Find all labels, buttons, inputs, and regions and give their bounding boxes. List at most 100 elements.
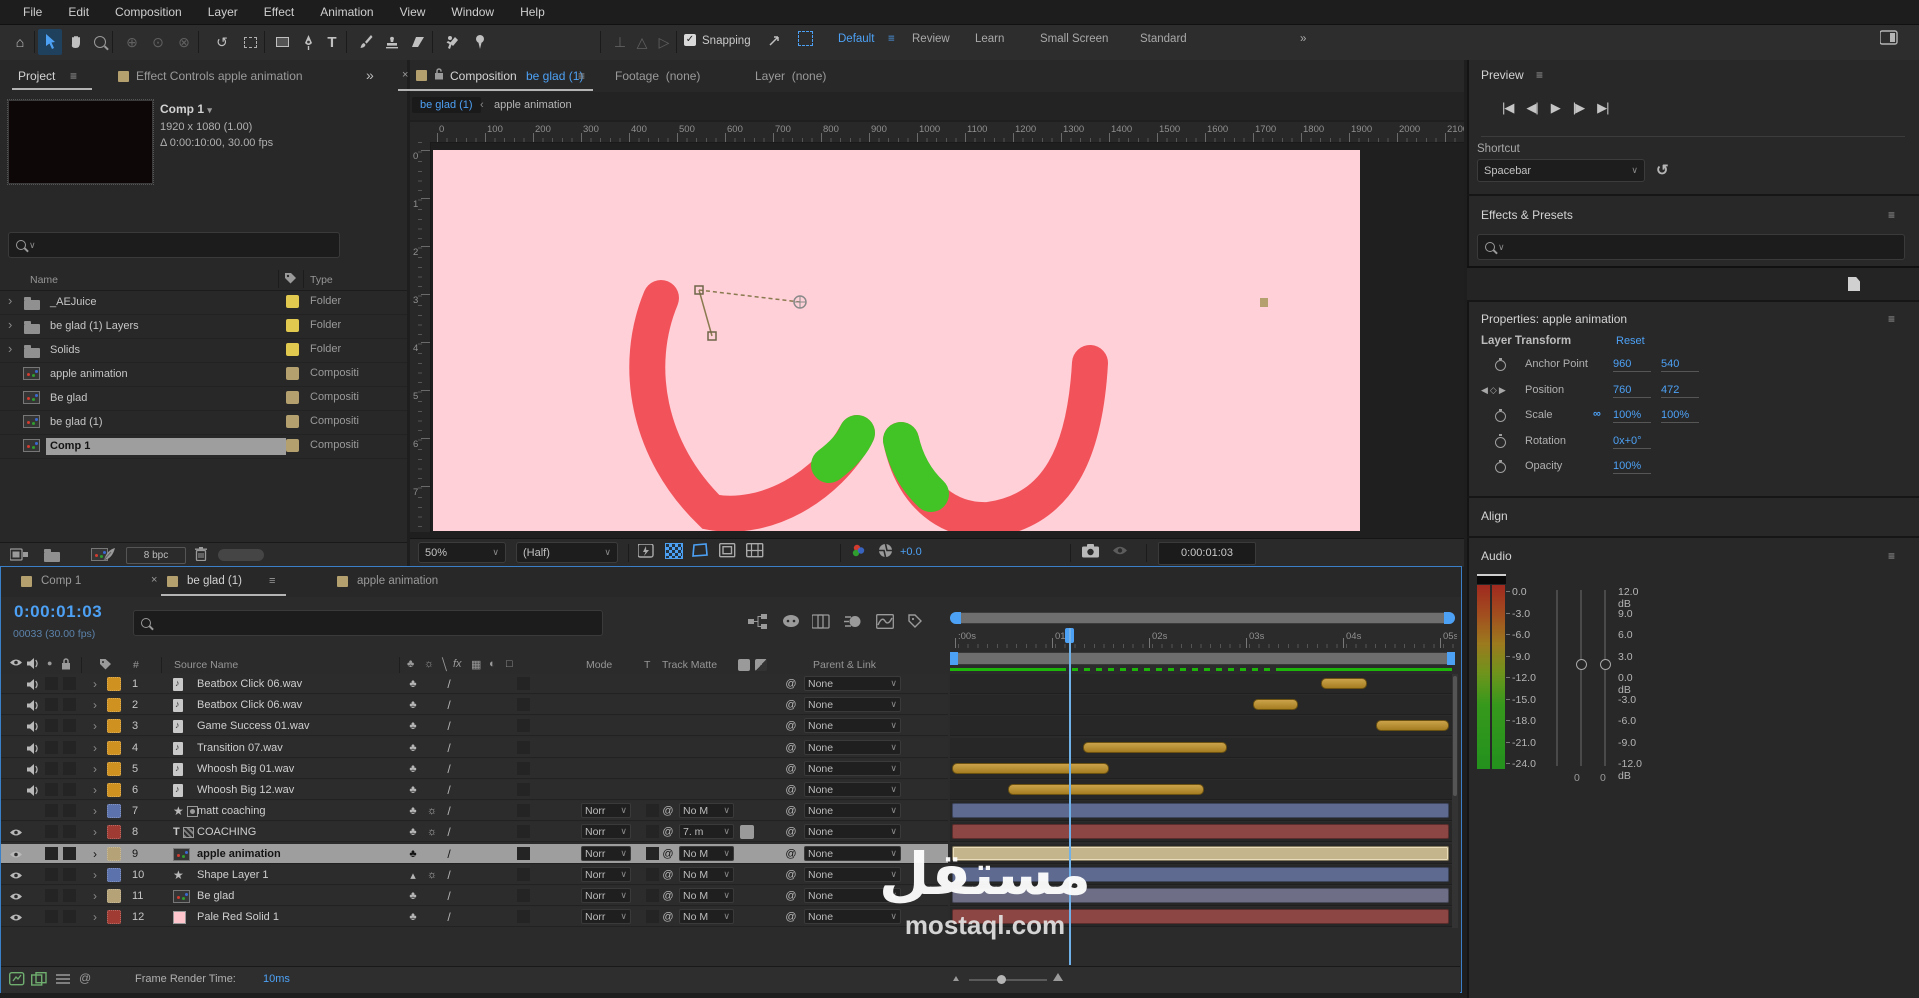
audio-fader-knob-left[interactable] [1576,659,1587,670]
snapping-checkbox[interactable]: ✓ [684,33,696,46]
tab-effect-controls[interactable]: Effect Controls apple animation [136,69,303,83]
layer-row[interactable]: › 10 ★ Shape Layer 1 ▴ ☼ / Norr ∨ @ No M ∨ @ None ∨ [1,865,948,885]
solo-cell[interactable] [45,698,58,711]
collapse-switch[interactable]: ♣ [405,801,421,821]
preserve-transparency-cell[interactable] [646,825,659,838]
expand-icon[interactable]: › [93,716,97,736]
project-row[interactable]: › _AEJuice Folder [0,290,407,315]
mini-flowchart-icon[interactable] [748,614,768,633]
layer-duration-bar[interactable] [952,803,1449,818]
expand-icon[interactable]: › [93,695,97,715]
tab-properties[interactable]: Properties: apple animation [1481,312,1627,326]
layer-track[interactable] [950,844,1457,864]
frameblend-cell[interactable] [517,783,530,796]
magnification-select[interactable]: 50% ∨ [418,542,506,563]
column-mode[interactable]: Mode [586,659,612,671]
layer-row[interactable]: › 9 apple animation ♣ / Norr ∨ @ No M ∨ @ None ∨ [1,844,948,864]
layer-name[interactable]: Beatbox Click 06.wav [197,674,302,694]
parent-pickwhip-icon[interactable]: @ [784,695,798,715]
new-preset-icon[interactable] [1848,277,1860,291]
label-color-box[interactable] [286,319,299,332]
workspace-menu-icon[interactable]: ≡ [888,33,895,45]
expand-icon[interactable]: › [93,886,97,906]
audio-column-icon[interactable] [27,658,39,672]
new-folder-icon[interactable] [44,549,60,562]
brush-tool-icon[interactable] [354,29,378,55]
parent-select[interactable]: None ∨ [804,846,901,861]
feather-icon[interactable] [102,547,116,565]
audio-fader-track-right[interactable] [1604,590,1606,766]
lock-cell[interactable] [63,677,76,690]
frameblend-cell[interactable] [517,762,530,775]
layer-label-color[interactable] [107,868,121,882]
more-workspaces-icon[interactable]: » [1300,33,1306,45]
project-comp-name[interactable]: Comp 1 ▾ [160,102,212,116]
parent-select[interactable]: None ∨ [804,740,901,755]
properties-panel-menu-icon[interactable]: ≡ [1888,312,1895,326]
transparency-grid-icon[interactable] [665,543,683,559]
reset-transform-button[interactable]: Reset [1616,335,1645,347]
frameblend-cell[interactable] [517,847,530,860]
video-column-icon[interactable] [9,658,23,670]
layer-label-color[interactable] [107,910,121,924]
column-track-matte[interactable]: Track Matte [662,659,717,671]
layer-row[interactable]: › 4 Transition 07.wav ♣ / @ None∨ [1,738,948,758]
solo-cell[interactable] [45,910,58,923]
stopwatch-icon[interactable] [1495,459,1506,473]
menu-view[interactable]: View [387,5,439,19]
fx-column-icon[interactable]: fx [453,658,462,670]
mode-select[interactable]: Norr ∨ [581,824,631,839]
timeline-search[interactable] [133,610,603,636]
expand-icon[interactable]: › [93,759,97,779]
layer-track[interactable] [950,886,1457,906]
parent-pickwhip-icon[interactable]: @ [784,674,798,694]
label-color-box[interactable] [286,343,299,356]
solo-cell[interactable] [45,719,58,732]
menu-window[interactable]: Window [438,5,507,19]
frameblend-cell[interactable] [517,719,530,732]
exposure-value[interactable]: +0.0 [900,546,922,558]
menu-help[interactable]: Help [507,5,558,19]
solo-cell[interactable] [45,741,58,754]
property-value-x[interactable]: 0x+0° [1613,435,1651,449]
layer-duration-bar[interactable] [952,867,1449,882]
adjustment-column-icon[interactable]: ◐ [489,658,496,670]
lock-cell[interactable] [63,868,76,881]
layer-label-color[interactable] [107,889,121,903]
layer-duration-bar[interactable] [1320,678,1368,689]
grid-guides-icon[interactable] [745,542,765,561]
menu-edit[interactable]: Edit [55,5,102,19]
trash-icon[interactable] [195,547,207,564]
layer-row[interactable]: › 11 Be glad ♣ / Norr ∨ @ No M ∨ @ None ∨ [1,886,948,906]
breadcrumb-parent[interactable]: apple animation [494,99,572,111]
effects-search-input[interactable] [1504,240,1880,254]
lock-cell[interactable] [63,825,76,838]
layer-label-color[interactable] [107,698,121,712]
tab-audio[interactable]: Audio [1481,549,1512,563]
property-value-x[interactable]: 960 [1613,358,1651,372]
quality-switch[interactable]: / [442,844,456,864]
selection-tool-icon[interactable] [38,29,62,55]
vertical-ruler[interactable]: 0 1 2 3 4 5 6 7 [410,142,431,532]
motionblur-switch[interactable]: ☼ [424,822,440,842]
work-area-bar[interactable] [952,653,1453,664]
search-workspace-icon[interactable] [1879,30,1898,49]
parent-select[interactable]: None ∨ [804,782,901,797]
solo-cell[interactable] [45,677,58,690]
expand-icon[interactable]: › [8,317,12,332]
layer-track[interactable] [950,738,1457,758]
shy-layers-icon[interactable] [782,614,800,632]
axis-world-icon[interactable]: △ [630,29,654,55]
lock-cell[interactable] [63,804,76,817]
frameblend-cell[interactable] [517,804,530,817]
label-color-box[interactable] [286,367,299,380]
menu-file[interactable]: File [10,5,55,19]
play-button[interactable]: ▶ [1551,100,1561,116]
eye-icon[interactable] [9,865,23,885]
label-column-icon[interactable] [99,658,112,673]
dolly-camera-icon[interactable]: ⊗ [172,29,196,55]
layer-duration-bar[interactable] [1008,784,1205,795]
timeline-scrollbar[interactable] [1452,674,1458,928]
project-search-input[interactable] [35,238,324,252]
tab-footage[interactable]: Footage (none) [615,69,700,83]
